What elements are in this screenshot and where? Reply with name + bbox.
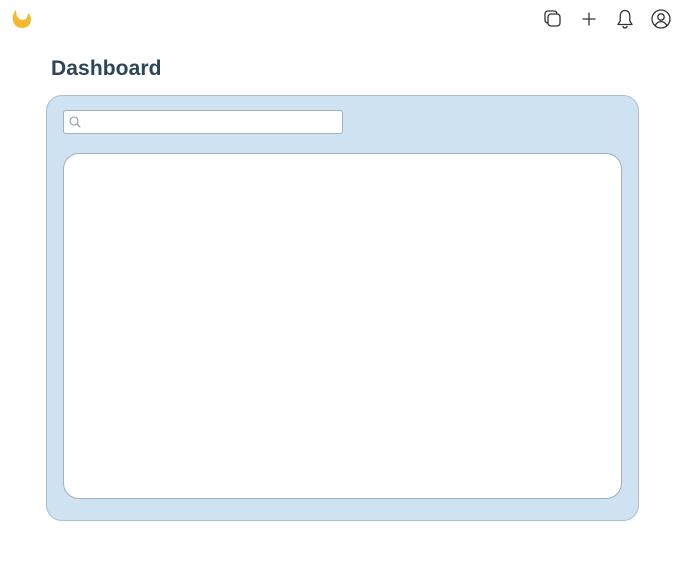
dashboard-content-card (63, 153, 622, 499)
add-button[interactable] (578, 8, 600, 30)
flame-icon (12, 10, 31, 28)
copy-icon (544, 10, 561, 27)
top-actions (542, 8, 672, 30)
plus-icon (582, 12, 596, 26)
notifications-button[interactable] (614, 8, 636, 30)
top-bar (0, 0, 686, 40)
page-title: Dashboard (51, 57, 162, 80)
search-box[interactable] (63, 110, 343, 134)
dashboard-panel (46, 95, 639, 521)
app-logo[interactable] (9, 5, 35, 31)
search-icon (69, 116, 81, 128)
copy-button[interactable] (542, 8, 564, 30)
bell-icon (617, 9, 633, 29)
dashboard-page: Dashboard (0, 0, 686, 573)
search-input[interactable] (82, 112, 342, 132)
user-circle-icon (651, 9, 671, 29)
account-button[interactable] (650, 8, 672, 30)
